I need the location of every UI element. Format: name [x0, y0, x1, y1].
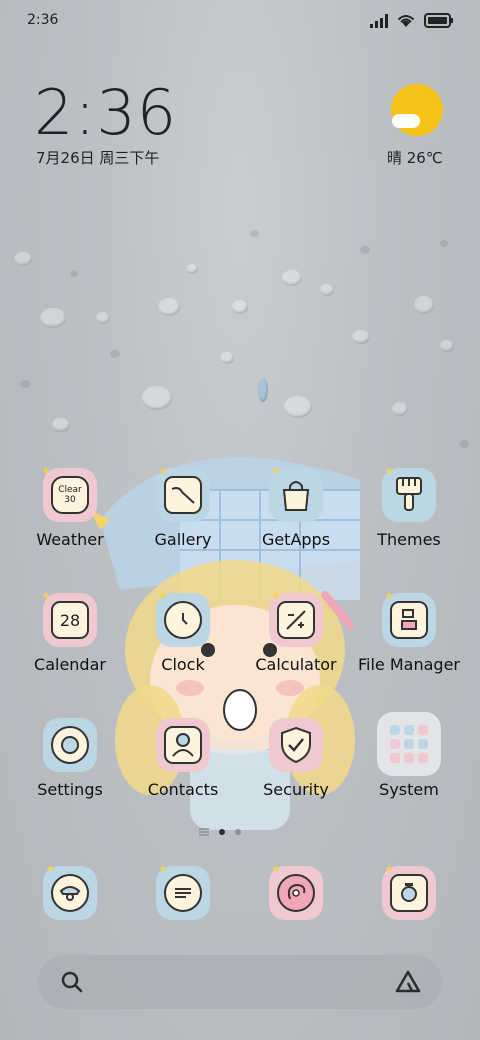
page-list-icon	[199, 828, 209, 836]
app-contacts[interactable]: Contacts	[123, 718, 243, 799]
gallery-icon	[164, 476, 202, 514]
dock-camera[interactable]: ✦	[349, 862, 469, 920]
cloud-icon	[392, 114, 420, 128]
camera-icon	[390, 874, 428, 912]
weather-app-icon: Clear 30	[51, 476, 89, 514]
app-label-gallery: Gallery	[154, 530, 212, 549]
dock-browser[interactable]: ✦	[236, 862, 356, 920]
folder-icon	[377, 712, 441, 776]
app-label-contacts: Contacts	[147, 780, 219, 799]
settings-gear-icon	[51, 726, 89, 764]
floppy-disk-icon	[390, 601, 428, 639]
assistant-icon[interactable]	[394, 969, 422, 995]
app-weather[interactable]: Clear 30 ✦ Weather	[10, 464, 130, 549]
dock-messages[interactable]: ✦	[123, 862, 243, 920]
app-label-system: System	[379, 780, 439, 799]
browser-icon	[277, 874, 315, 912]
clock-icon	[164, 601, 202, 639]
app-label-getapps: GetApps	[261, 530, 331, 549]
search-bar[interactable]	[38, 955, 442, 1009]
app-getapps[interactable]: ✦ GetApps	[236, 464, 356, 549]
app-file-manager[interactable]: ✦ File Manager	[349, 589, 469, 674]
app-security[interactable]: Security	[236, 718, 356, 799]
calendar-icon: 28	[51, 601, 89, 639]
app-gallery[interactable]: ✦ Gallery	[123, 464, 243, 549]
wifi-icon	[397, 15, 415, 27]
clock-widget-date: 7月26日 周三下午	[36, 149, 160, 167]
app-settings[interactable]: Settings	[10, 718, 130, 799]
clock-widget-time[interactable]: 2:36	[34, 76, 177, 149]
app-label-settings: Settings	[37, 780, 103, 799]
app-themes[interactable]: ✦ Themes	[349, 464, 469, 549]
sunny-icon	[391, 84, 443, 136]
app-system-folder[interactable]: System	[349, 712, 469, 799]
paintbrush-icon	[390, 476, 428, 514]
app-label-clock: Clock	[161, 655, 205, 674]
app-clock[interactable]: ✦ Clock	[123, 589, 243, 674]
shield-icon	[277, 726, 315, 764]
shopping-bag-icon	[277, 476, 315, 514]
page-dot	[235, 829, 241, 835]
app-label-security: Security	[263, 780, 329, 799]
calculator-icon	[277, 601, 315, 639]
app-label-themes: Themes	[377, 530, 441, 549]
status-time: 2:36	[27, 12, 59, 28]
app-label-file-manager: File Manager	[358, 655, 460, 674]
page-dot-active	[219, 829, 225, 835]
app-label-calendar: Calendar	[34, 655, 106, 674]
dock-phone[interactable]: ✦	[10, 862, 130, 920]
page-indicator[interactable]	[199, 828, 241, 836]
app-label-calculator: Calculator	[255, 655, 337, 674]
person-icon	[164, 726, 202, 764]
app-label-weather: Weather	[36, 530, 104, 549]
weather-widget-text: 晴 26℃	[387, 149, 443, 167]
app-calendar[interactable]: 28 ✦ Calendar	[10, 589, 130, 674]
signal-icon	[370, 13, 388, 28]
app-calculator[interactable]: ✦ Calculator	[236, 589, 356, 674]
phone-icon	[51, 874, 89, 912]
search-icon[interactable]	[60, 970, 84, 994]
status-bar: 2:36	[0, 0, 480, 44]
battery-icon	[424, 13, 453, 28]
messages-icon	[164, 874, 202, 912]
